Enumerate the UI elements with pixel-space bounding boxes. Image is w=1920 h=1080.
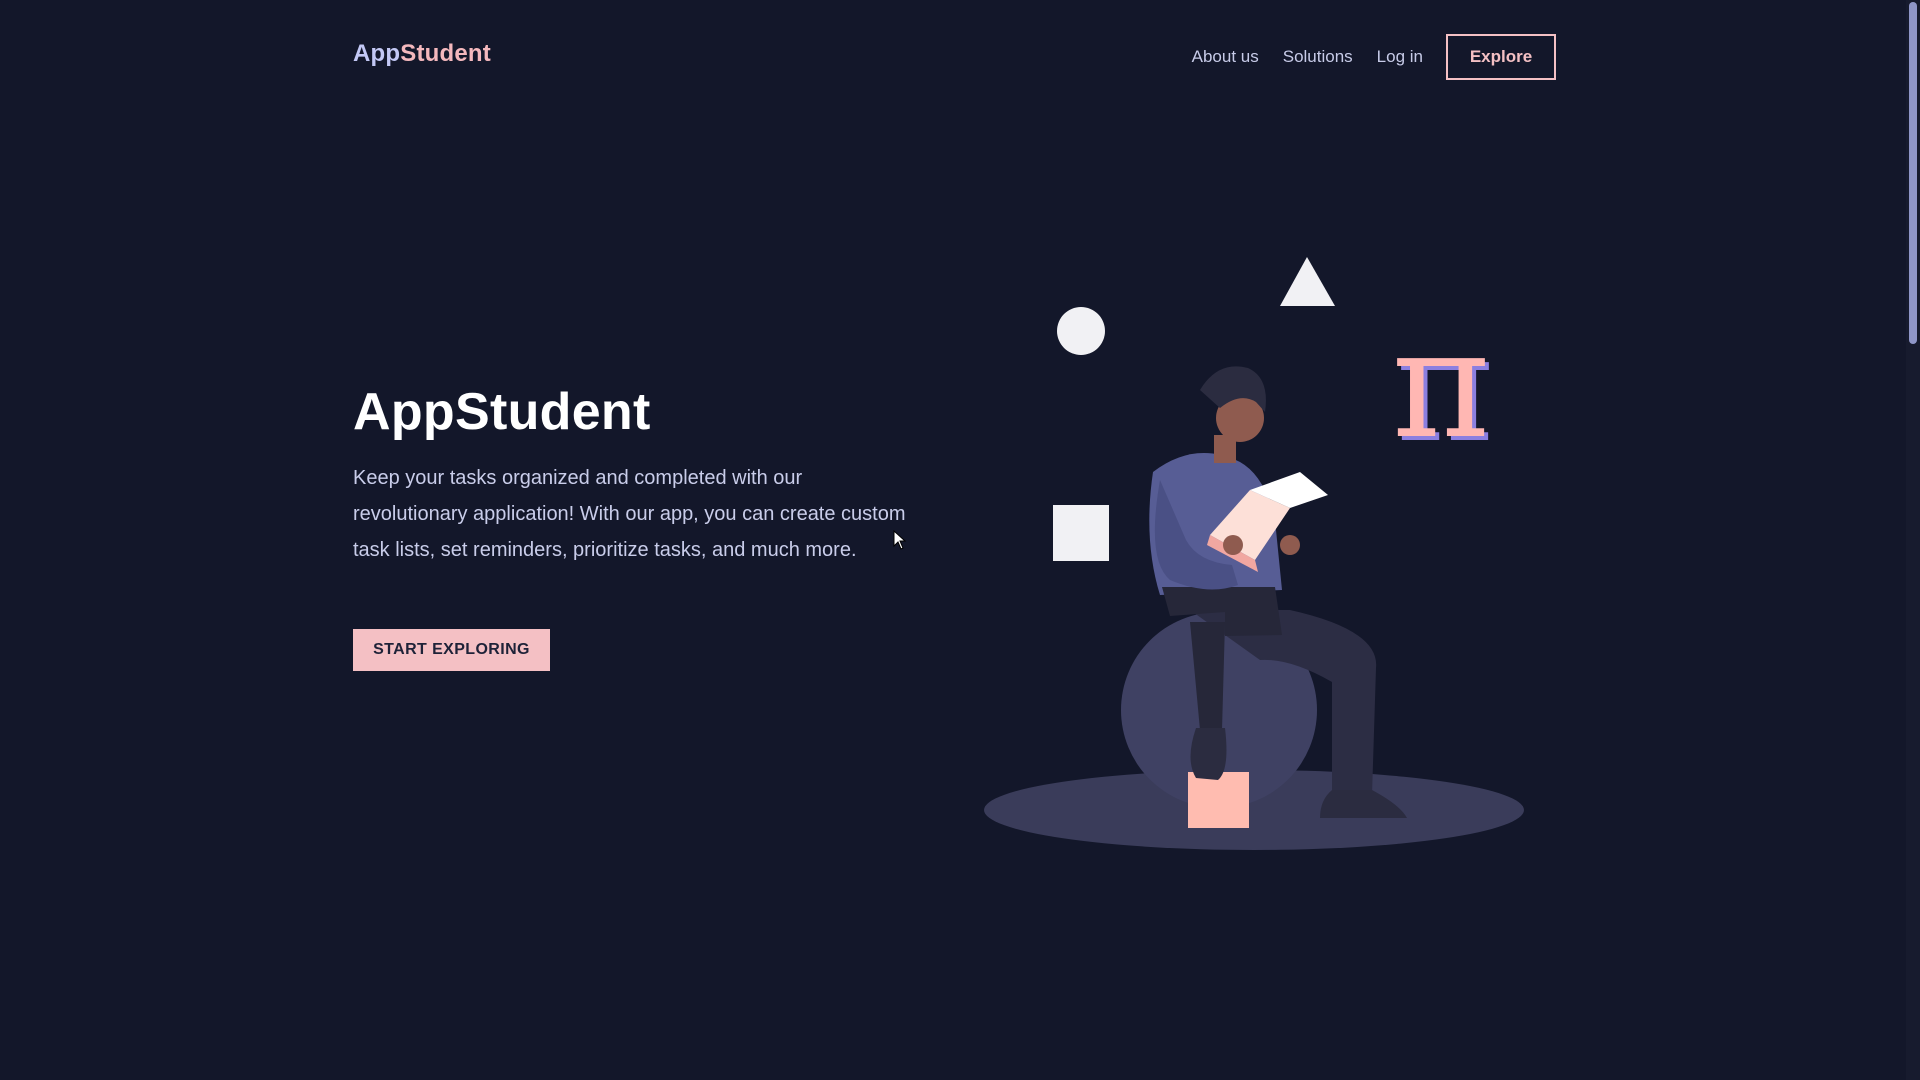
- hero-description: Keep your tasks organized and completed …: [353, 467, 906, 561]
- pi-symbol: π: [1392, 298, 1491, 472]
- top-nav: About us Solutions Log in Explore: [1192, 34, 1556, 80]
- nav-link-about[interactable]: About us: [1192, 47, 1259, 67]
- square-shape: [1053, 505, 1109, 561]
- student-reading-illustration: π π: [984, 257, 1524, 850]
- landing-page: AppStudent About us Solutions Log in Exp…: [0, 0, 1920, 1080]
- circle-shape: [1057, 307, 1105, 355]
- start-exploring-button[interactable]: START EXPLORING: [353, 629, 550, 671]
- logo[interactable]: AppStudent: [353, 40, 491, 68]
- scrollbar-thumb[interactable]: [1909, 2, 1917, 344]
- hero-title: AppStudent: [353, 383, 651, 441]
- nav-link-login[interactable]: Log in: [1377, 47, 1423, 67]
- explore-button[interactable]: Explore: [1446, 34, 1556, 80]
- pink-block: [1188, 772, 1249, 828]
- mouse-cursor-icon: [893, 530, 907, 550]
- logo-part-app: App: [353, 40, 401, 67]
- page-scrollbar[interactable]: [1906, 0, 1920, 1080]
- logo-part-student: Student: [400, 40, 491, 67]
- triangle-shape: [1280, 257, 1335, 306]
- nav-link-solutions[interactable]: Solutions: [1283, 47, 1353, 67]
